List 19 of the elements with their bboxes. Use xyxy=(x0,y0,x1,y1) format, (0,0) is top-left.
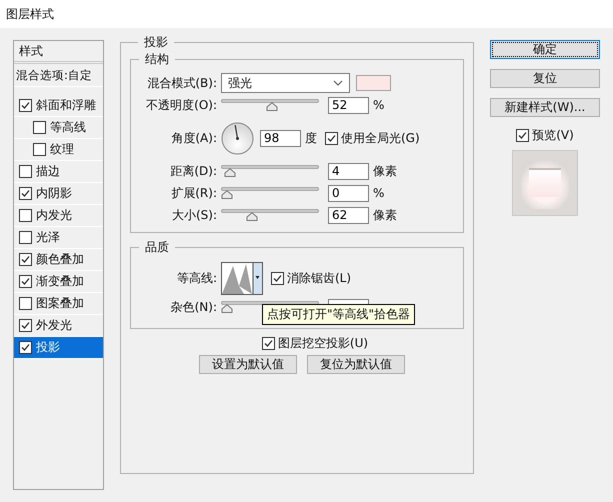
field-label: 等高线: xyxy=(176,270,218,286)
unit-label: 像素 xyxy=(373,206,397,224)
field-label: 角度(A): xyxy=(170,130,218,146)
field-label: 距离(D): xyxy=(169,162,218,180)
group-title: 结构 xyxy=(144,51,170,68)
unit-label: 度 xyxy=(305,130,317,146)
group-title: 品质 xyxy=(144,239,170,256)
tooltip: 点按可打开"等高线"拾色器 xyxy=(262,304,416,325)
field-label: 混合模式(B): xyxy=(146,74,218,92)
window-title: 图层样式 xyxy=(6,6,54,22)
field-label: 大小(S): xyxy=(170,206,218,224)
list-header: 样式 xyxy=(14,41,103,64)
group-title: 投影 xyxy=(143,34,169,51)
field-label: 杂色(N): xyxy=(170,298,218,316)
unit-label: % xyxy=(373,98,384,112)
field-label: 扩展(R): xyxy=(170,184,218,202)
unit-label: 像素 xyxy=(373,162,397,180)
field-label: 不透明度(O): xyxy=(145,96,218,114)
unit-label: % xyxy=(373,186,384,200)
